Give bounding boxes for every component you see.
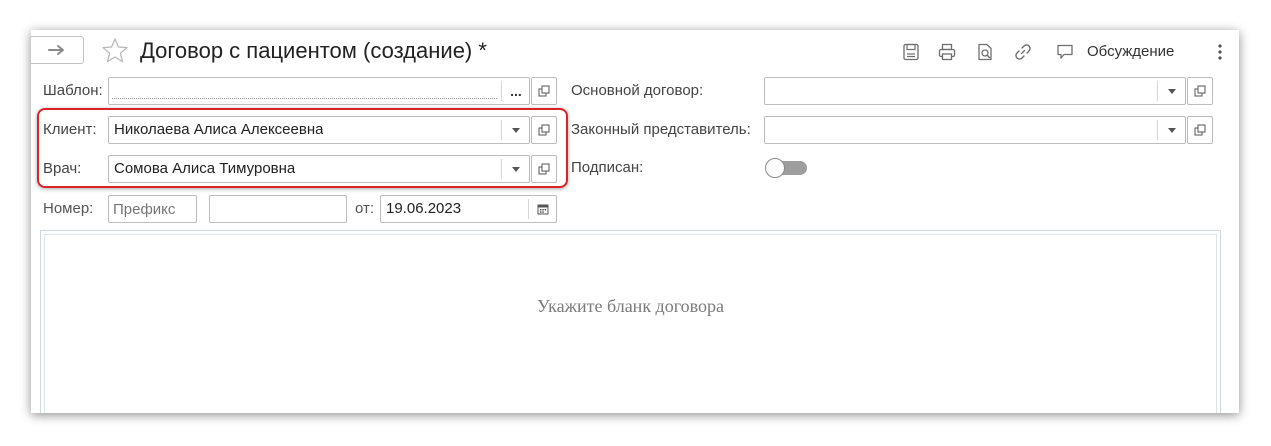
main-contract-separator bbox=[1157, 81, 1158, 101]
discussion-button[interactable]: Обсуждение bbox=[1087, 42, 1174, 62]
doctor-dropdown-button[interactable] bbox=[503, 156, 529, 182]
client-separator bbox=[501, 120, 502, 140]
main-contract-dropdown-button[interactable] bbox=[1159, 78, 1185, 104]
client-open-button[interactable] bbox=[531, 116, 557, 144]
doctor-field[interactable]: Сомова Алиса Тимуровна bbox=[108, 155, 530, 183]
doctor-value: Сомова Алиса Тимуровна bbox=[114, 160, 296, 177]
legal-rep-label: Законный представитель: bbox=[571, 121, 751, 138]
page-title: Договор с пациентом (создание) * bbox=[140, 38, 487, 63]
main-contract-open-button[interactable] bbox=[1187, 77, 1213, 105]
template-open-button[interactable] bbox=[531, 77, 557, 105]
date-separator bbox=[528, 199, 529, 219]
link-icon[interactable] bbox=[1013, 42, 1033, 62]
main-contract-field[interactable] bbox=[764, 77, 1186, 105]
ellipsis-icon: ... bbox=[510, 83, 522, 99]
discussion-icon[interactable] bbox=[1055, 42, 1075, 62]
number-prefix-field[interactable] bbox=[108, 195, 197, 223]
preview-icon[interactable] bbox=[975, 42, 995, 62]
chevron-down-icon bbox=[1168, 88, 1176, 94]
template-underline bbox=[112, 98, 497, 99]
open-window-icon bbox=[1194, 85, 1206, 97]
doctor-open-button[interactable] bbox=[531, 155, 557, 183]
template-field[interactable]: ... bbox=[108, 77, 530, 105]
chevron-down-icon bbox=[512, 166, 520, 172]
date-value: 19.06.2023 bbox=[386, 200, 462, 217]
forward-arrow-icon bbox=[48, 45, 64, 55]
signed-toggle[interactable] bbox=[765, 158, 807, 178]
template-separator bbox=[501, 81, 502, 101]
signed-label: Подписан: bbox=[571, 159, 644, 176]
client-label: Клиент: bbox=[43, 121, 97, 138]
client-value: Николаева Алиса Алексеевна bbox=[114, 121, 324, 138]
contract-document-area: Укажите бланк договора bbox=[44, 234, 1217, 413]
number-field[interactable] bbox=[209, 195, 347, 223]
chevron-down-icon bbox=[512, 127, 520, 133]
contract-document-panel[interactable]: Укажите бланк договора bbox=[40, 230, 1221, 413]
legal-rep-field[interactable] bbox=[764, 116, 1186, 144]
more-icon[interactable] bbox=[1210, 42, 1230, 62]
date-label: от: bbox=[355, 200, 375, 217]
empty-template-hint: Укажите бланк договора bbox=[536, 296, 725, 316]
client-field[interactable]: Николаева Алиса Алексеевна bbox=[108, 116, 530, 144]
forward-button[interactable] bbox=[31, 36, 84, 64]
doctor-label: Врач: bbox=[43, 160, 82, 177]
toggle-knob bbox=[765, 158, 785, 178]
print-icon[interactable] bbox=[937, 42, 957, 62]
contract-form-window: Договор с пациентом (создание) * Обсужде… bbox=[31, 30, 1239, 413]
open-window-icon bbox=[538, 124, 550, 136]
date-picker-button[interactable] bbox=[530, 196, 556, 222]
date-field[interactable]: 19.06.2023 bbox=[380, 195, 557, 223]
client-dropdown-button[interactable] bbox=[503, 117, 529, 143]
legal-rep-open-button[interactable] bbox=[1187, 116, 1213, 144]
open-window-icon bbox=[538, 163, 550, 175]
number-prefix-input[interactable] bbox=[109, 196, 196, 222]
open-window-icon bbox=[538, 85, 550, 97]
chevron-down-icon bbox=[1168, 127, 1176, 133]
template-label: Шаблон: bbox=[43, 82, 103, 99]
number-label: Номер: bbox=[43, 200, 94, 217]
legal-rep-dropdown-button[interactable] bbox=[1159, 117, 1185, 143]
main-contract-label: Основной договор: bbox=[571, 82, 704, 99]
calendar-icon bbox=[537, 204, 549, 215]
doctor-separator bbox=[501, 159, 502, 179]
template-select-button[interactable]: ... bbox=[503, 78, 529, 104]
open-window-icon bbox=[1194, 124, 1206, 136]
star-icon[interactable] bbox=[100, 36, 130, 66]
legal-rep-separator bbox=[1157, 120, 1158, 140]
save-icon[interactable] bbox=[901, 42, 921, 62]
